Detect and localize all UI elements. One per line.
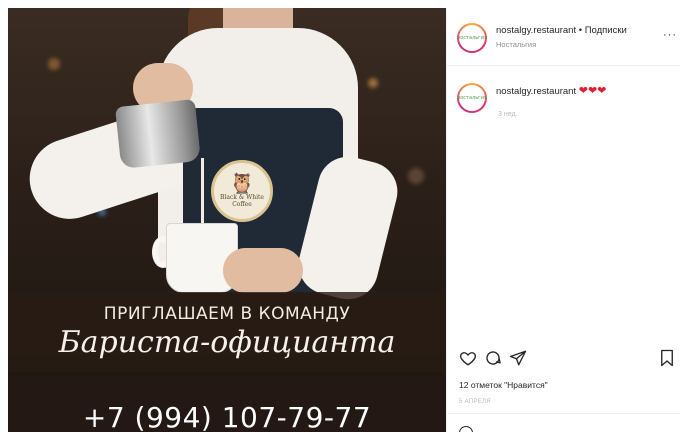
caption-hearts: ❤❤❤	[578, 85, 607, 97]
avatar[interactable]: ностальгия	[457, 23, 487, 53]
separator-dot: •	[578, 25, 583, 36]
bokeh-light	[48, 58, 60, 70]
bookmark-icon[interactable]	[659, 349, 675, 372]
milk-stream	[201, 158, 204, 233]
location-subtitle[interactable]: Ностальгия	[496, 40, 536, 49]
emoji-icon[interactable]	[459, 426, 473, 432]
like-icon[interactable]	[459, 349, 477, 372]
owl-icon: 🦉	[229, 173, 255, 195]
bokeh-light	[408, 168, 424, 184]
caption: nostalgy.restaurant ❤❤❤	[496, 84, 606, 97]
milk-pitcher	[114, 98, 202, 170]
following-button[interactable]: Подписки	[585, 25, 627, 36]
coffee-shop-badge: 🦉 Black & White Coffee	[211, 160, 273, 222]
bokeh-light	[368, 78, 378, 88]
post-header: ностальгия nostalgy.restaurant • Подписк…	[447, 8, 680, 66]
phone-number: +7 (994) 107-79-77	[82, 401, 372, 432]
post-author: nostalgy.restaurant • Подписки	[496, 25, 627, 36]
more-options-button[interactable]: ···	[663, 29, 677, 41]
likes-count[interactable]: 12 отметок "Нравится"	[459, 380, 548, 390]
caption-avatar[interactable]: ностальгия	[457, 83, 487, 113]
post-photo[interactable]: 🦉 Black & White Coffee ПРИГЛАШАЕМ В КОМА…	[8, 8, 446, 432]
share-icon[interactable]	[509, 349, 527, 372]
badge-text: Black & White Coffee	[220, 194, 264, 208]
divider	[447, 413, 680, 414]
post-date: 5 АПРЕЛЯ	[459, 399, 491, 405]
username-link[interactable]: nostalgy.restaurant	[496, 25, 576, 36]
role-text: Бариста-официанта	[58, 325, 396, 360]
avatar-logo: ностальгия	[457, 25, 487, 51]
caption-time: 3 нед.	[498, 111, 518, 118]
invite-text: ПРИГЛАШАЕМ В КОМАНДУ	[103, 304, 351, 324]
post-sidebar: ностальгия nostalgy.restaurant • Подписк…	[446, 8, 680, 432]
avatar-logo: ностальгия	[457, 85, 487, 111]
caption-username-link[interactable]: nostalgy.restaurant	[496, 86, 576, 97]
barista-right-hand	[223, 248, 303, 293]
action-bar	[447, 349, 680, 369]
comment-icon[interactable]	[484, 349, 502, 372]
